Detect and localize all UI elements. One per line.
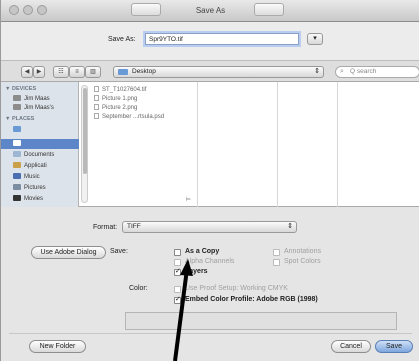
annotation-arrow-icon xyxy=(173,259,193,361)
save-as-dialog: Save As Save As: Spr9YTO.tif ▾ ◀ ▶ ☷ ≡ ▥… xyxy=(0,0,419,361)
